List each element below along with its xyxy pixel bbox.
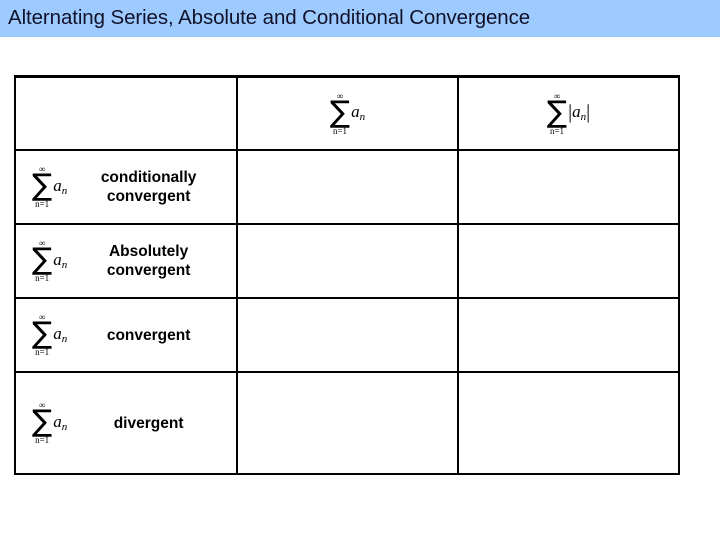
row-header-content: ∞ ∑ n=1 an divergent xyxy=(16,373,236,473)
sigma-formula-an: ∞ ∑ n=1 an xyxy=(329,91,365,136)
answer-cell-content xyxy=(238,299,457,371)
sigma-term-an: an xyxy=(53,251,67,274)
sigma-term-abs-an: |an| xyxy=(568,101,591,126)
answer-cell-convergent-sum-an[interactable] xyxy=(236,297,459,373)
row-header-content: ∞ ∑ n=1 an convergent xyxy=(16,299,236,371)
answer-cell-content xyxy=(238,151,457,223)
header-cell-sum-abs-an: ∞ ∑ n=1 |an| xyxy=(457,75,680,151)
answer-cell-divergent-sum-an[interactable] xyxy=(236,371,459,475)
table-row: ∞ ∑ n=1 an Absolutely convergent xyxy=(14,223,680,299)
sigma-term-an: an xyxy=(53,413,67,436)
sigma-formula-abs-an: ∞ ∑ n=1 |an| xyxy=(546,91,591,136)
absolute-value-bar-left: | xyxy=(568,101,573,123)
sigma-term-subscript: n xyxy=(61,258,68,271)
sigma-stack: ∞ ∑ n=1 xyxy=(32,239,53,284)
row-label-line: convergent xyxy=(106,188,191,205)
page-title: Alternating Series, Absolute and Conditi… xyxy=(8,6,531,29)
sigma-formula-an: ∞ ∑ n=1 an xyxy=(32,239,67,284)
sum-abs-an-header-content: ∞ ∑ n=1 |an| xyxy=(459,78,678,149)
convergence-table: ∞ ∑ n=1 an ∞ ∑ n=1 |an| ∞ ∑ n=1 an condi… xyxy=(14,75,680,475)
row-label-conditionally-convergent: conditionally convergent xyxy=(67,168,236,206)
row-header-cell-absolutely-convergent: ∞ ∑ n=1 an Absolutely convergent xyxy=(14,223,238,299)
row-label-absolutely-convergent: Absolutely convergent xyxy=(67,242,236,280)
sigma-term-base: a xyxy=(53,249,62,269)
absolute-value-bar-right: | xyxy=(586,101,591,123)
sigma-operator-icon: ∑ xyxy=(546,94,568,130)
sigma-term-base: a xyxy=(53,411,62,431)
corner-cell-content xyxy=(16,78,236,149)
answer-cell-absolutely-sum-an[interactable] xyxy=(236,223,459,299)
sigma-term-subscript: n xyxy=(359,111,366,123)
sigma-lower-limit: n=1 xyxy=(35,435,50,445)
table-header-row: ∞ ∑ n=1 an ∞ ∑ n=1 |an| xyxy=(14,75,680,151)
slide-title-banner: Alternating Series, Absolute and Conditi… xyxy=(0,0,720,37)
answer-cell-divergent-sum-abs-an[interactable] xyxy=(457,371,680,475)
sigma-formula-an: ∞ ∑ n=1 an xyxy=(32,165,67,210)
sigma-stack: ∞ ∑ n=1 xyxy=(32,313,53,358)
row-label-line: convergent xyxy=(106,262,191,279)
sigma-term-subscript: n xyxy=(61,184,68,197)
row-label-convergent: convergent xyxy=(67,326,236,345)
table-row: ∞ ∑ n=1 an divergent xyxy=(14,371,680,475)
sigma-lower-limit: n=1 xyxy=(549,125,565,136)
answer-cell-content xyxy=(238,373,457,473)
answer-cell-absolutely-sum-abs-an[interactable] xyxy=(457,223,680,299)
answer-cell-conditionally-sum-an[interactable] xyxy=(236,149,459,225)
sigma-lower-limit: n=1 xyxy=(35,199,50,209)
sigma-term-base: a xyxy=(351,102,360,121)
sigma-operator-icon: ∑ xyxy=(32,168,53,203)
header-cell-sum-an: ∞ ∑ n=1 an xyxy=(236,75,459,151)
answer-cell-conditionally-sum-abs-an[interactable] xyxy=(457,149,680,225)
sigma-term-subscript: n xyxy=(61,332,68,345)
row-label-line: convergent xyxy=(106,326,191,344)
sigma-operator-icon: ∑ xyxy=(32,316,53,351)
sigma-lower-limit: n=1 xyxy=(35,347,50,357)
row-header-cell-divergent: ∞ ∑ n=1 an divergent xyxy=(14,371,238,475)
row-label-line: conditionally xyxy=(100,169,197,186)
sigma-operator-icon: ∑ xyxy=(32,242,53,277)
sigma-term-an: an xyxy=(53,325,67,348)
row-header-content: ∞ ∑ n=1 an Absolutely convergent xyxy=(16,225,236,297)
row-header-content: ∞ ∑ n=1 an conditionally convergent xyxy=(16,151,236,223)
sigma-stack: ∞ ∑ n=1 xyxy=(32,401,53,446)
sum-an-header-content: ∞ ∑ n=1 an xyxy=(238,78,457,149)
sigma-lower-limit: n=1 xyxy=(332,125,348,136)
row-label-line: Absolutely xyxy=(108,243,189,260)
sigma-term-an: an xyxy=(351,103,365,126)
row-header-cell-convergent: ∞ ∑ n=1 an convergent xyxy=(14,297,238,373)
sigma-term-base: a xyxy=(53,323,62,343)
sigma-term-base: a xyxy=(572,102,581,121)
sigma-term-an: an xyxy=(53,177,67,200)
row-header-cell-conditionally-convergent: ∞ ∑ n=1 an conditionally convergent xyxy=(14,149,238,225)
answer-cell-content xyxy=(459,299,678,371)
sigma-operator-icon: ∑ xyxy=(329,94,351,130)
sigma-stack: ∞ ∑ n=1 xyxy=(32,165,53,210)
answer-cell-convergent-sum-abs-an[interactable] xyxy=(457,297,680,373)
row-label-line: divergent xyxy=(113,414,184,432)
table-row: ∞ ∑ n=1 an convergent xyxy=(14,297,680,373)
sigma-stack: ∞ ∑ n=1 xyxy=(329,91,351,136)
answer-cell-content xyxy=(238,225,457,297)
sigma-formula-an: ∞ ∑ n=1 an xyxy=(32,401,67,446)
sigma-lower-limit: n=1 xyxy=(35,273,50,283)
answer-cell-content xyxy=(459,373,678,473)
table-row: ∞ ∑ n=1 an conditionally convergent xyxy=(14,149,680,225)
sigma-stack: ∞ ∑ n=1 xyxy=(546,91,568,136)
row-label-divergent: divergent xyxy=(67,414,236,433)
answer-cell-content xyxy=(459,225,678,297)
header-cell-corner xyxy=(14,75,238,151)
sigma-operator-icon: ∑ xyxy=(32,404,53,439)
sigma-term-subscript: n xyxy=(61,420,68,433)
sigma-formula-an: ∞ ∑ n=1 an xyxy=(32,313,67,358)
sigma-term-base: a xyxy=(53,175,62,195)
answer-cell-content xyxy=(459,151,678,223)
